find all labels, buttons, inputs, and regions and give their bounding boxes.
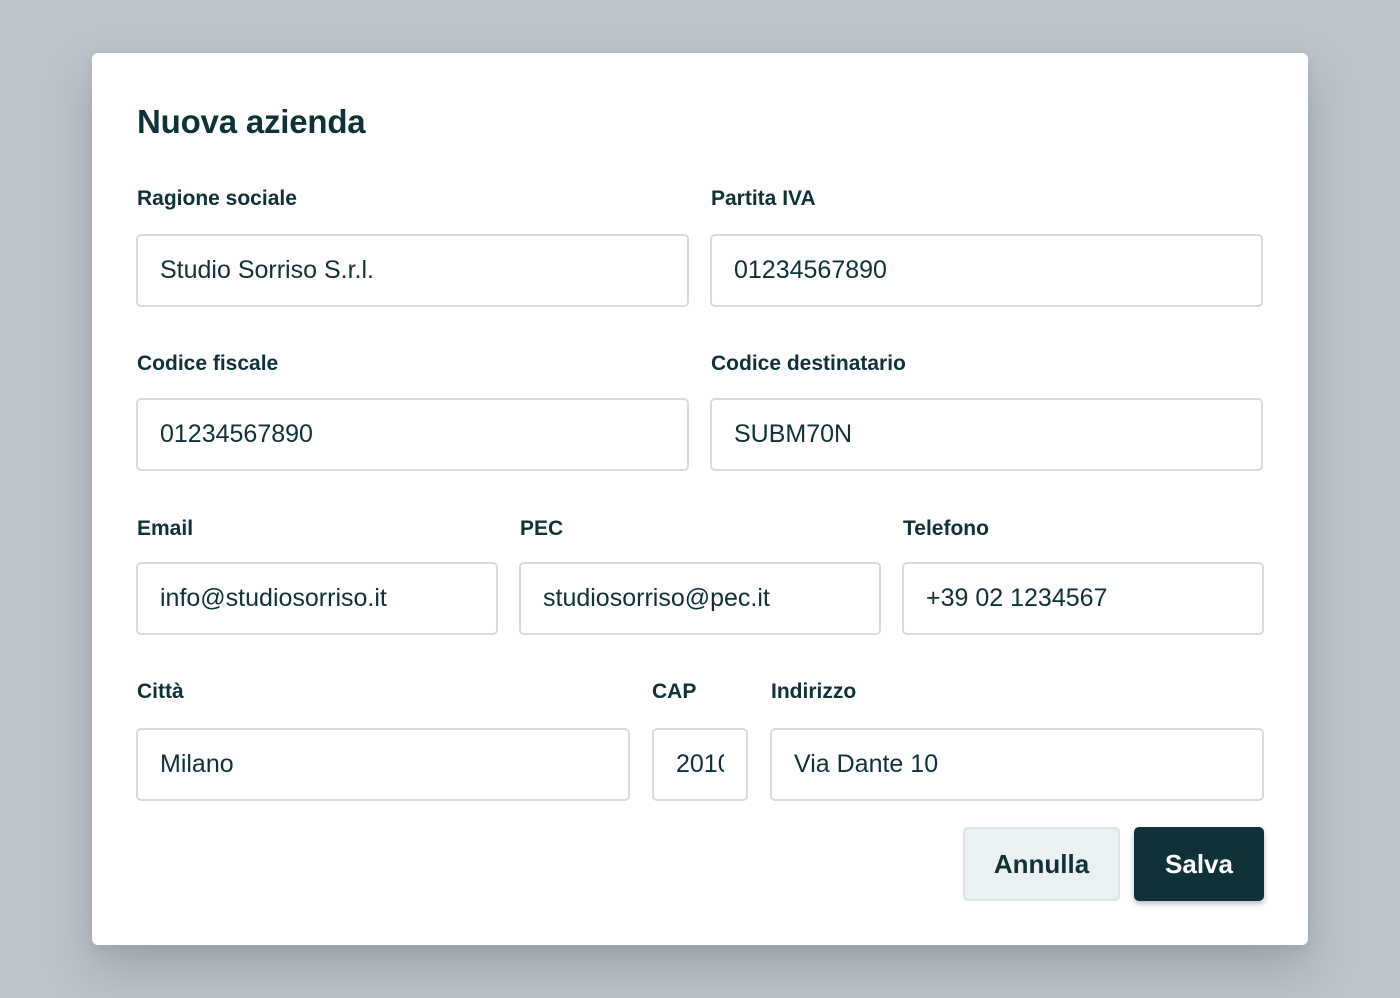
telefono-input[interactable] (902, 562, 1264, 635)
indirizzo-input[interactable] (770, 728, 1264, 801)
telefono-label: Telefono (903, 517, 989, 540)
new-company-dialog: Nuova azienda Ragione sociale Partita IV… (92, 53, 1308, 945)
cap-input[interactable] (652, 728, 748, 801)
cap-label: CAP (652, 680, 697, 703)
cancel-button[interactable]: Annulla (963, 827, 1120, 901)
ragione-sociale-input[interactable] (136, 234, 689, 307)
codice-destinatario-input[interactable] (710, 398, 1263, 471)
email-label: Email (137, 517, 194, 540)
ragione-sociale-label: Ragione sociale (137, 187, 297, 210)
codice-destinatario-label: Codice destinatario (711, 352, 906, 375)
indirizzo-label: Indirizzo (771, 680, 857, 703)
pec-label: PEC (520, 517, 564, 540)
codice-fiscale-input[interactable] (136, 398, 689, 471)
partita-iva-input[interactable] (710, 234, 1263, 307)
pec-input[interactable] (519, 562, 881, 635)
partita-iva-label: Partita IVA (711, 187, 816, 210)
dialog-title: Nuova azienda (137, 103, 366, 140)
email-input[interactable] (136, 562, 498, 635)
citta-label: Città (137, 680, 184, 703)
codice-fiscale-label: Codice fiscale (137, 352, 279, 375)
citta-input[interactable] (136, 728, 630, 801)
save-button[interactable]: Salva (1134, 827, 1264, 901)
